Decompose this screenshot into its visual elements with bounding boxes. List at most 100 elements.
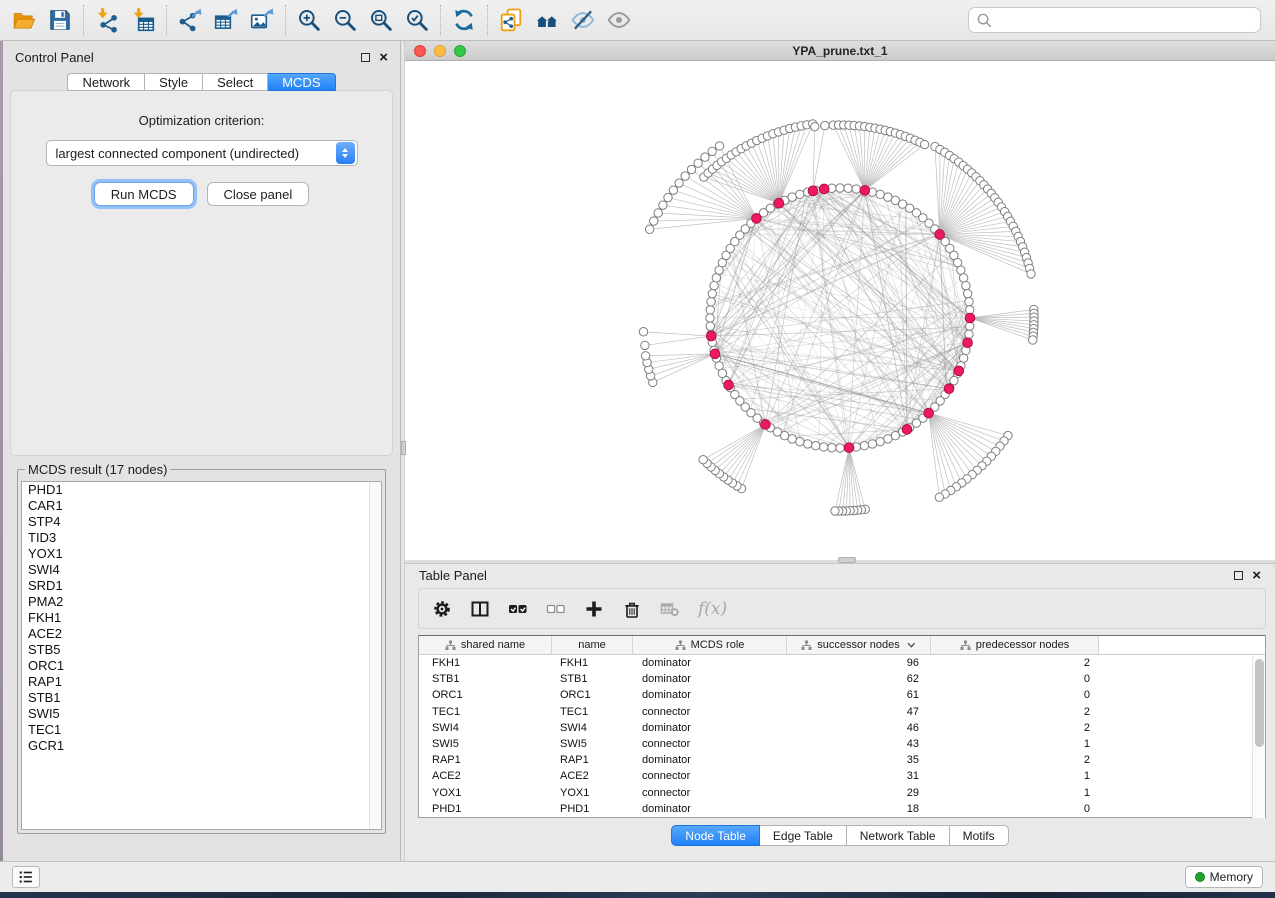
close-window-button[interactable] [414,45,426,57]
graph-hub-node[interactable] [954,366,964,376]
tab-network-table[interactable]: Network Table [847,825,950,846]
graph-node[interactable] [920,140,928,148]
graph-node[interactable] [868,440,876,448]
graph-node[interactable] [706,314,714,322]
add-column-button[interactable] [584,594,604,624]
table-row[interactable]: YOX1YOX1connector291 [419,785,1265,801]
deselect-all-button[interactable] [546,594,566,624]
table-row[interactable]: FKH1FKH1dominator962 [419,655,1265,671]
graph-hub-node[interactable] [710,349,720,359]
splitter-grip[interactable] [838,557,856,563]
graph-hub-node[interactable] [944,384,954,394]
table-row[interactable]: STB1STB1dominator620 [419,671,1265,687]
save-session-button[interactable] [42,3,78,37]
column-header-mcds-role[interactable]: MCDS role [633,636,787,654]
mcds-result-item[interactable]: SWI4 [22,562,381,578]
graph-node[interactable] [811,122,819,130]
graph-node[interactable] [1029,336,1037,344]
mcds-result-item[interactable]: CAR1 [22,498,381,514]
mcds-result-item[interactable]: ACE2 [22,626,381,642]
scrollbar-thumb[interactable] [1255,659,1264,747]
graph-node[interactable] [876,437,884,445]
graph-node[interactable] [708,147,716,155]
graph-hub-node[interactable] [808,186,818,196]
mcds-result-item[interactable]: SRD1 [22,578,381,594]
graph-node[interactable] [715,362,723,370]
graph-node[interactable] [796,437,804,445]
mcds-result-list[interactable]: PHD1CAR1STP4TID3YOX1SWI4SRD1PMA2FKH1ACE2… [21,481,382,830]
graph-node[interactable] [699,456,707,464]
graph-node[interactable] [715,142,723,150]
copy-network-button[interactable] [493,3,529,37]
graph-node[interactable] [876,190,884,198]
close-panel-button-mcds[interactable]: Close panel [207,182,310,206]
table-scrollbar[interactable] [1252,656,1265,818]
export-table-button[interactable] [208,3,244,37]
memory-button[interactable]: Memory [1185,866,1263,888]
export-image-button[interactable] [244,3,280,37]
graph-node[interactable] [828,444,836,452]
graph-node[interactable] [650,217,658,225]
graph-hub-node[interactable] [924,408,934,418]
graph-node[interactable] [788,193,796,201]
show-panels-button[interactable] [12,866,40,888]
show-all-button[interactable] [601,3,637,37]
graph-node[interactable] [796,190,804,198]
graph-hub-node[interactable] [774,198,784,208]
graph-hub-node[interactable] [752,214,762,224]
mcds-result-item[interactable]: STB1 [22,690,381,706]
import-table-button[interactable] [125,3,161,37]
graph-node[interactable] [694,159,702,167]
graph-node[interactable] [710,281,718,289]
tab-node-table[interactable]: Node Table [671,825,760,846]
graph-node[interactable] [669,186,677,194]
open-file-button[interactable] [6,3,42,37]
graph-node[interactable] [957,266,965,274]
graph-node[interactable] [836,184,844,192]
graph-node[interactable] [965,298,973,306]
tab-motifs[interactable]: Motifs [950,825,1009,846]
graph-node[interactable] [852,185,860,193]
export-network-button[interactable] [172,3,208,37]
graph-node[interactable] [712,274,720,282]
table-row[interactable]: RAP1RAP1dominator352 [419,752,1265,768]
column-header-shared-name[interactable]: shared name [419,636,552,654]
zoom-fit-button[interactable] [363,3,399,37]
graph-node[interactable] [884,435,892,443]
horizontal-splitter[interactable] [405,560,1275,563]
graph-hub-node[interactable] [860,186,870,196]
graph-hub-node[interactable] [706,331,716,341]
graph-node[interactable] [803,440,811,448]
mcds-result-item[interactable]: FKH1 [22,610,381,626]
maximize-window-button[interactable] [454,45,466,57]
tab-network[interactable]: Network [67,73,145,91]
mcds-result-item[interactable]: STP4 [22,514,381,530]
mcds-result-item[interactable]: TEC1 [22,722,381,738]
refresh-button[interactable] [446,3,482,37]
graph-hub-node[interactable] [724,380,734,390]
hide-selected-button[interactable] [565,3,601,37]
splitter-grip[interactable] [401,441,406,455]
graph-node[interactable] [701,153,709,161]
mcds-result-item[interactable]: SWI5 [22,706,381,722]
graph-node[interactable] [831,507,839,515]
mcds-result-item[interactable]: PMA2 [22,594,381,610]
graph-node[interactable] [963,289,971,297]
table-row[interactable]: PHD1PHD1dominator180 [419,801,1265,817]
function-builder-button[interactable]: f(x) [698,594,727,624]
graph-hub-node[interactable] [963,338,973,348]
graph-node[interactable] [820,443,828,451]
graph-node[interactable] [836,444,844,452]
float-panel-button[interactable] [361,53,370,62]
graph-node[interactable] [687,165,695,173]
graph-node[interactable] [645,225,653,233]
select-all-button[interactable] [508,594,528,624]
zoom-selected-button[interactable] [399,3,435,37]
graph-node[interactable] [959,274,967,282]
graph-hub-node[interactable] [761,420,771,430]
close-panel-button[interactable]: × [379,53,388,62]
minimize-window-button[interactable] [434,45,446,57]
mcds-result-item[interactable]: TID3 [22,530,381,546]
table-row[interactable]: SWI4SWI4dominator462 [419,720,1265,736]
graph-node[interactable] [965,330,973,338]
